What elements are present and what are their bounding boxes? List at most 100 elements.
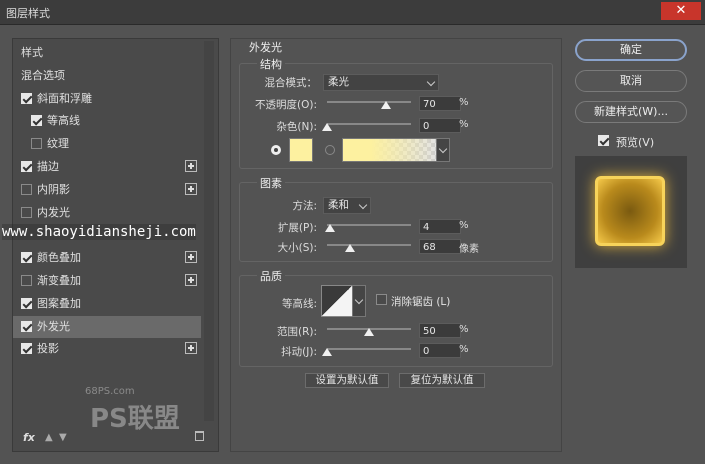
gradient-radio[interactable] [325,145,335,155]
title-bar: 图层样式 ✕ [0,0,705,25]
method-value: 柔和 [328,199,349,211]
style-item-label: 等高线 [47,114,80,128]
style-item-checkbox[interactable] [21,161,32,172]
reset-default-button[interactable]: 复位为默认值 [399,373,485,388]
spread-slider-thumb[interactable] [325,224,336,232]
size-slider-thumb[interactable] [344,244,355,252]
elements-title: 图素 [257,175,285,191]
noise-slider-thumb[interactable] [322,123,332,131]
range-unit: % [459,324,469,335]
styles-list-scrollbar[interactable] [204,41,214,421]
quality-title: 品质 [257,268,285,284]
blend-mode-select[interactable]: 柔光 [323,74,439,91]
size-input[interactable]: 68 [419,239,461,254]
style-item[interactable]: 内发光 [13,202,201,224]
style-item-checkbox[interactable] [21,297,32,309]
jitter-slider-thumb[interactable] [322,348,332,356]
method-select[interactable]: 柔和 [323,197,371,214]
site-watermark: 68PS.com [85,386,135,397]
trash-icon[interactable] [195,431,204,441]
chevron-down-icon [354,295,364,305]
style-item[interactable]: 斜面和浮雕 [13,88,201,110]
style-item-checkbox[interactable] [21,183,32,195]
gradient-dropdown-button[interactable] [436,138,450,162]
style-item-checkbox[interactable] [21,206,32,218]
move-up-icon[interactable]: ▲ [45,432,53,443]
style-item-label: 描边 [37,160,59,173]
contour-label: 等高线: [281,298,317,310]
solid-color-radio[interactable] [271,145,281,155]
style-item-label: 外发光 [37,319,70,333]
spread-input[interactable]: 4 [419,219,461,234]
chevron-down-icon [358,200,368,210]
contour-preview[interactable] [321,285,353,317]
style-item-checkbox[interactable] [21,252,32,264]
range-input[interactable]: 50 [419,323,461,338]
style-item-checkbox[interactable] [21,320,32,332]
style-item-checkbox[interactable] [21,275,32,286]
cancel-button[interactable]: 取消 [575,70,687,92]
jitter-input[interactable]: 0 [419,343,461,358]
add-icon[interactable] [185,251,197,264]
spread-slider-track[interactable] [327,224,411,226]
opacity-slider-track[interactable] [327,101,411,103]
style-item-checkbox[interactable] [31,138,42,150]
add-icon[interactable] [185,160,197,172]
size-unit: 像素 [459,244,479,255]
style-item[interactable]: 混合选项 [13,65,201,87]
style-item[interactable]: 等高线 [13,110,201,132]
add-icon[interactable] [185,342,197,355]
range-slider-thumb[interactable] [364,328,374,336]
contour-dropdown-button[interactable] [352,285,366,317]
style-item-checkbox[interactable] [21,92,32,104]
opacity-label: 不透明度(O): [255,99,317,111]
new-style-button[interactable]: 新建样式(W)... [575,101,687,123]
noise-input[interactable]: 0 [419,118,461,133]
structure-title: 结构 [257,56,285,72]
set-default-button[interactable]: 设置为默认值 [305,373,389,388]
style-item[interactable]: 颜色叠加 [13,247,201,269]
style-item[interactable]: 投影 [13,338,201,360]
antialias-checkbox[interactable] [376,294,387,305]
add-icon[interactable] [185,182,197,195]
noise-unit: % [459,119,469,130]
gradient-swatch[interactable] [342,138,438,162]
range-label: 范围(R): [276,326,317,338]
chevron-down-icon [426,77,436,87]
ok-button[interactable]: 确定 [575,39,687,61]
glow-color-swatch[interactable] [289,138,313,162]
style-preview [575,156,687,268]
noise-slider-track[interactable] [327,123,411,125]
style-item-checkbox[interactable] [21,343,32,355]
opacity-unit: % [459,97,469,108]
add-icon[interactable] [185,274,197,286]
close-button[interactable]: ✕ [661,2,701,20]
style-item-checkbox[interactable] [31,115,42,127]
opacity-slider-thumb[interactable] [380,101,391,109]
style-item[interactable]: 纹理 [13,133,201,155]
style-item[interactable]: 内阴影 [13,179,201,201]
fx-icon[interactable]: fx [23,431,35,444]
window-title: 图层样式 [6,7,50,20]
jitter-unit: % [459,344,469,355]
style-item-label: 图案叠加 [37,296,81,310]
size-label: 大小(S): [277,242,317,254]
spread-label: 扩展(P): [277,222,317,234]
blend-mode-label: 混合模式： [264,77,318,89]
antialias-label: 消除锯齿 (L) [391,296,451,308]
style-item-label: 斜面和浮雕 [37,91,92,105]
style-item-label: 混合选项 [21,68,65,82]
style-item[interactable]: 图案叠加 [13,293,201,315]
preview-checkbox[interactable] [598,135,609,146]
style-item[interactable]: 描边 [13,156,201,178]
style-item[interactable]: 外发光 [13,315,201,338]
style-item[interactable]: 渐变叠加 [13,270,201,292]
style-item[interactable]: 样式 [13,42,201,64]
style-item-label: 纹理 [47,137,69,151]
jitter-slider-track[interactable] [327,348,411,350]
blend-mode-value: 柔光 [328,76,349,88]
opacity-input[interactable]: 70 [419,96,461,111]
size-slider-track[interactable] [327,244,411,246]
move-down-icon[interactable]: ▼ [59,432,67,443]
jitter-label: 抖动(J): [281,346,317,358]
